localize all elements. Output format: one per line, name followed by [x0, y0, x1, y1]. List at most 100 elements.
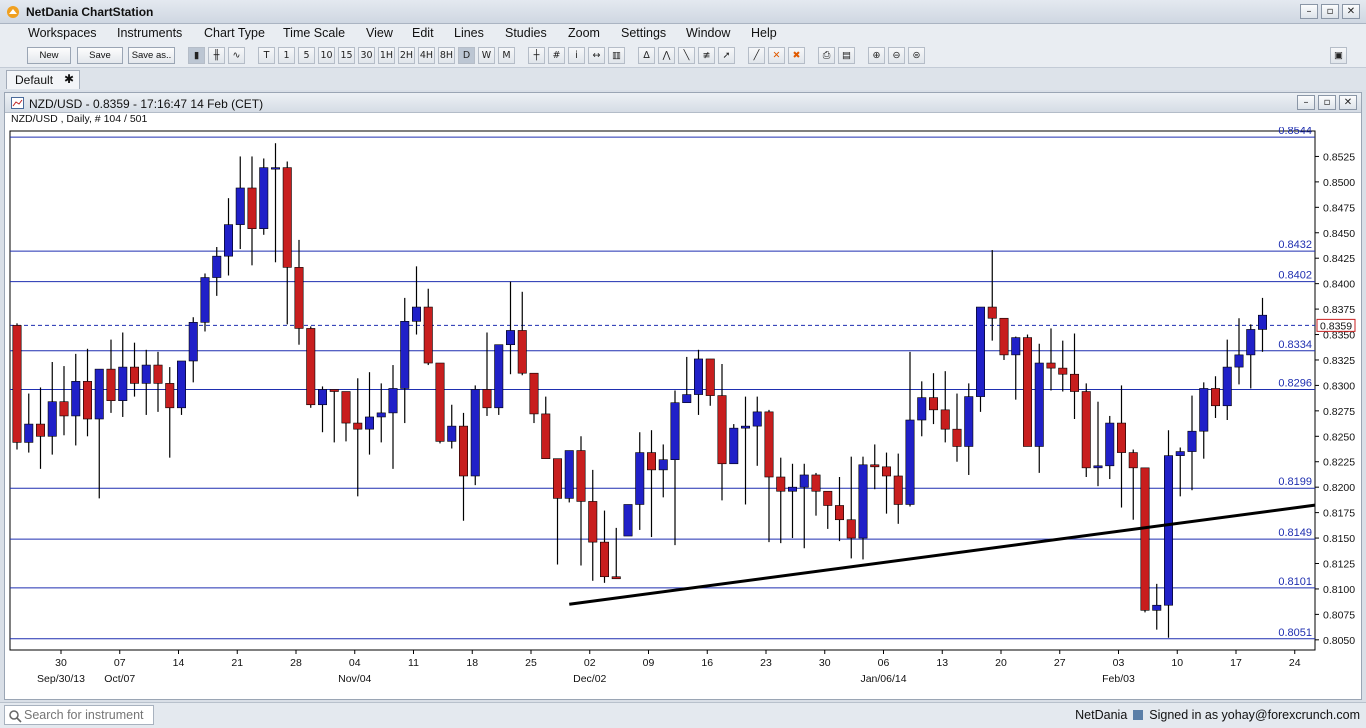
print-preview-icon[interactable]: ▤ [838, 47, 855, 64]
candle-down [823, 490, 833, 506]
pointer-icon[interactable]: ➚ [718, 47, 735, 64]
timescale-w[interactable]: W [478, 47, 495, 64]
channel-icon[interactable]: ≢ [698, 47, 715, 64]
chart-window-icon [11, 97, 24, 109]
timescale-2h[interactable]: 2H [398, 47, 415, 64]
y-tick-label: 0.8475 [1323, 202, 1355, 214]
candle-up [905, 419, 915, 505]
candle-up [141, 364, 151, 384]
candle-up [200, 277, 210, 323]
menu-view[interactable]: View [366, 26, 393, 40]
menu-time-scale[interactable]: Time Scale [283, 26, 345, 40]
y-tick-label: 0.8200 [1323, 482, 1355, 494]
menu-edit[interactable]: Edit [412, 26, 434, 40]
menu-settings[interactable]: Settings [621, 26, 666, 40]
period-label: Dec/02 [573, 673, 606, 685]
timescale-15[interactable]: 15 [338, 47, 355, 64]
scroll-icon[interactable]: ↔ [588, 47, 605, 64]
x-tick-label: 27 [1054, 657, 1066, 669]
timescale-4h[interactable]: 4H [418, 47, 435, 64]
instrument-search[interactable] [4, 705, 154, 725]
menu-lines[interactable]: Lines [454, 26, 484, 40]
timescale-30[interactable]: 30 [358, 47, 375, 64]
timescale-1h[interactable]: 1H [378, 47, 395, 64]
menu-workspaces[interactable]: Workspaces [28, 26, 97, 40]
x-tick-label: 24 [1289, 657, 1301, 669]
price-chart[interactable]: 0.8525 0.8500 0.8475 0.8450 0.8425 0.8400 0.83… [5, 127, 1361, 699]
candle-up [47, 401, 57, 437]
x-tick-label: 10 [1171, 657, 1183, 669]
candle-down [599, 541, 609, 578]
save-button[interactable]: Save [77, 47, 123, 64]
timescale-10[interactable]: 10 [318, 47, 335, 64]
print-icon[interactable]: ⎙ [818, 47, 835, 64]
y-tick-label: 0.8500 [1323, 177, 1355, 189]
grid-icon[interactable]: # [548, 47, 565, 64]
timescale-1[interactable]: 1 [278, 47, 295, 64]
candle-up [1199, 388, 1209, 432]
close-tab-icon[interactable]: ✱ [64, 72, 74, 86]
timescale-5[interactable]: 5 [298, 47, 315, 64]
plot-area [9, 130, 1316, 651]
panel-toggle-icon[interactable]: ▣ [1330, 47, 1347, 64]
candle-down [870, 464, 880, 468]
candle-down [764, 411, 774, 478]
candle-down [59, 401, 69, 417]
zoom-in-icon[interactable]: ⊕ [868, 47, 885, 64]
new-button[interactable]: New [27, 47, 71, 64]
crosshair-icon[interactable]: ┼ [528, 47, 545, 64]
chart-close-icon[interactable]: ✕ [1339, 95, 1357, 110]
ohlc-bars-icon[interactable]: ╫ [208, 47, 225, 64]
candle-down [893, 475, 903, 505]
menu-zoom[interactable]: Zoom [568, 26, 600, 40]
chart-minimize-icon[interactable]: – [1297, 95, 1315, 110]
fibonacci-icon[interactable]: ∆ [638, 47, 655, 64]
chart-window-controls: – ▫ ✕ [1297, 95, 1357, 110]
draw-line-icon[interactable]: ╲ [678, 47, 695, 64]
candle-up [1093, 465, 1103, 469]
menu-chart-type[interactable]: Chart Type [204, 26, 265, 40]
info-icon[interactable]: i [568, 47, 585, 64]
candle-down [611, 576, 621, 580]
x-tick-label: 23 [760, 657, 772, 669]
horizontal-line-label: 0.8199 [1278, 476, 1312, 488]
close-icon[interactable]: ✕ [1342, 4, 1360, 19]
maximize-icon[interactable]: ▫ [1321, 4, 1339, 19]
volume-icon[interactable]: ▥ [608, 47, 625, 64]
brand-label: NetDania [1075, 708, 1128, 722]
candle-down [165, 383, 175, 409]
menu-instruments[interactable]: Instruments [117, 26, 182, 40]
menu-studies[interactable]: Studies [505, 26, 547, 40]
trend-line-icon[interactable]: ╱ [748, 47, 765, 64]
delete-icon[interactable]: ✕ [768, 47, 785, 64]
fan-icon[interactable]: ⋀ [658, 47, 675, 64]
minimize-icon[interactable]: – [1300, 4, 1318, 19]
x-tick-label: 02 [584, 657, 596, 669]
status-info: NetDania Signed in as yohay@forexcrunch.… [1075, 708, 1360, 722]
x-tick-label: 04 [349, 657, 361, 669]
candlestick-icon[interactable]: ▮ [188, 47, 205, 64]
timescale-m[interactable]: M [498, 47, 515, 64]
candle-up [670, 402, 680, 460]
chart-restore-icon[interactable]: ▫ [1318, 95, 1336, 110]
line-chart-icon[interactable]: ∿ [228, 47, 245, 64]
menu-window[interactable]: Window [686, 26, 730, 40]
workspace-tab-default[interactable]: Default ✱ [6, 70, 80, 89]
candle-up [693, 358, 703, 395]
zoom-out-icon[interactable]: ⊖ [888, 47, 905, 64]
candle-down [952, 428, 962, 447]
candle-down [646, 452, 656, 471]
timescale-8h[interactable]: 8H [438, 47, 455, 64]
search-input[interactable] [24, 707, 150, 723]
timescale-t[interactable]: T [258, 47, 275, 64]
save-as-button[interactable]: Save as.. [128, 47, 175, 64]
chart-window-title: NZD/USD - 0.8359 - 17:16:47 14 Feb (CET) [29, 97, 264, 111]
zoom-reset-icon[interactable]: ⊜ [908, 47, 925, 64]
menu-bar: Workspaces Instruments Chart Type Time S… [0, 24, 1366, 44]
delete-all-icon[interactable]: ✖ [788, 47, 805, 64]
x-tick-label: 11 [408, 657, 419, 669]
candle-up [188, 322, 198, 362]
menu-help[interactable]: Help [751, 26, 777, 40]
candle-up [177, 360, 187, 409]
timescale-d[interactable]: D [458, 47, 475, 64]
